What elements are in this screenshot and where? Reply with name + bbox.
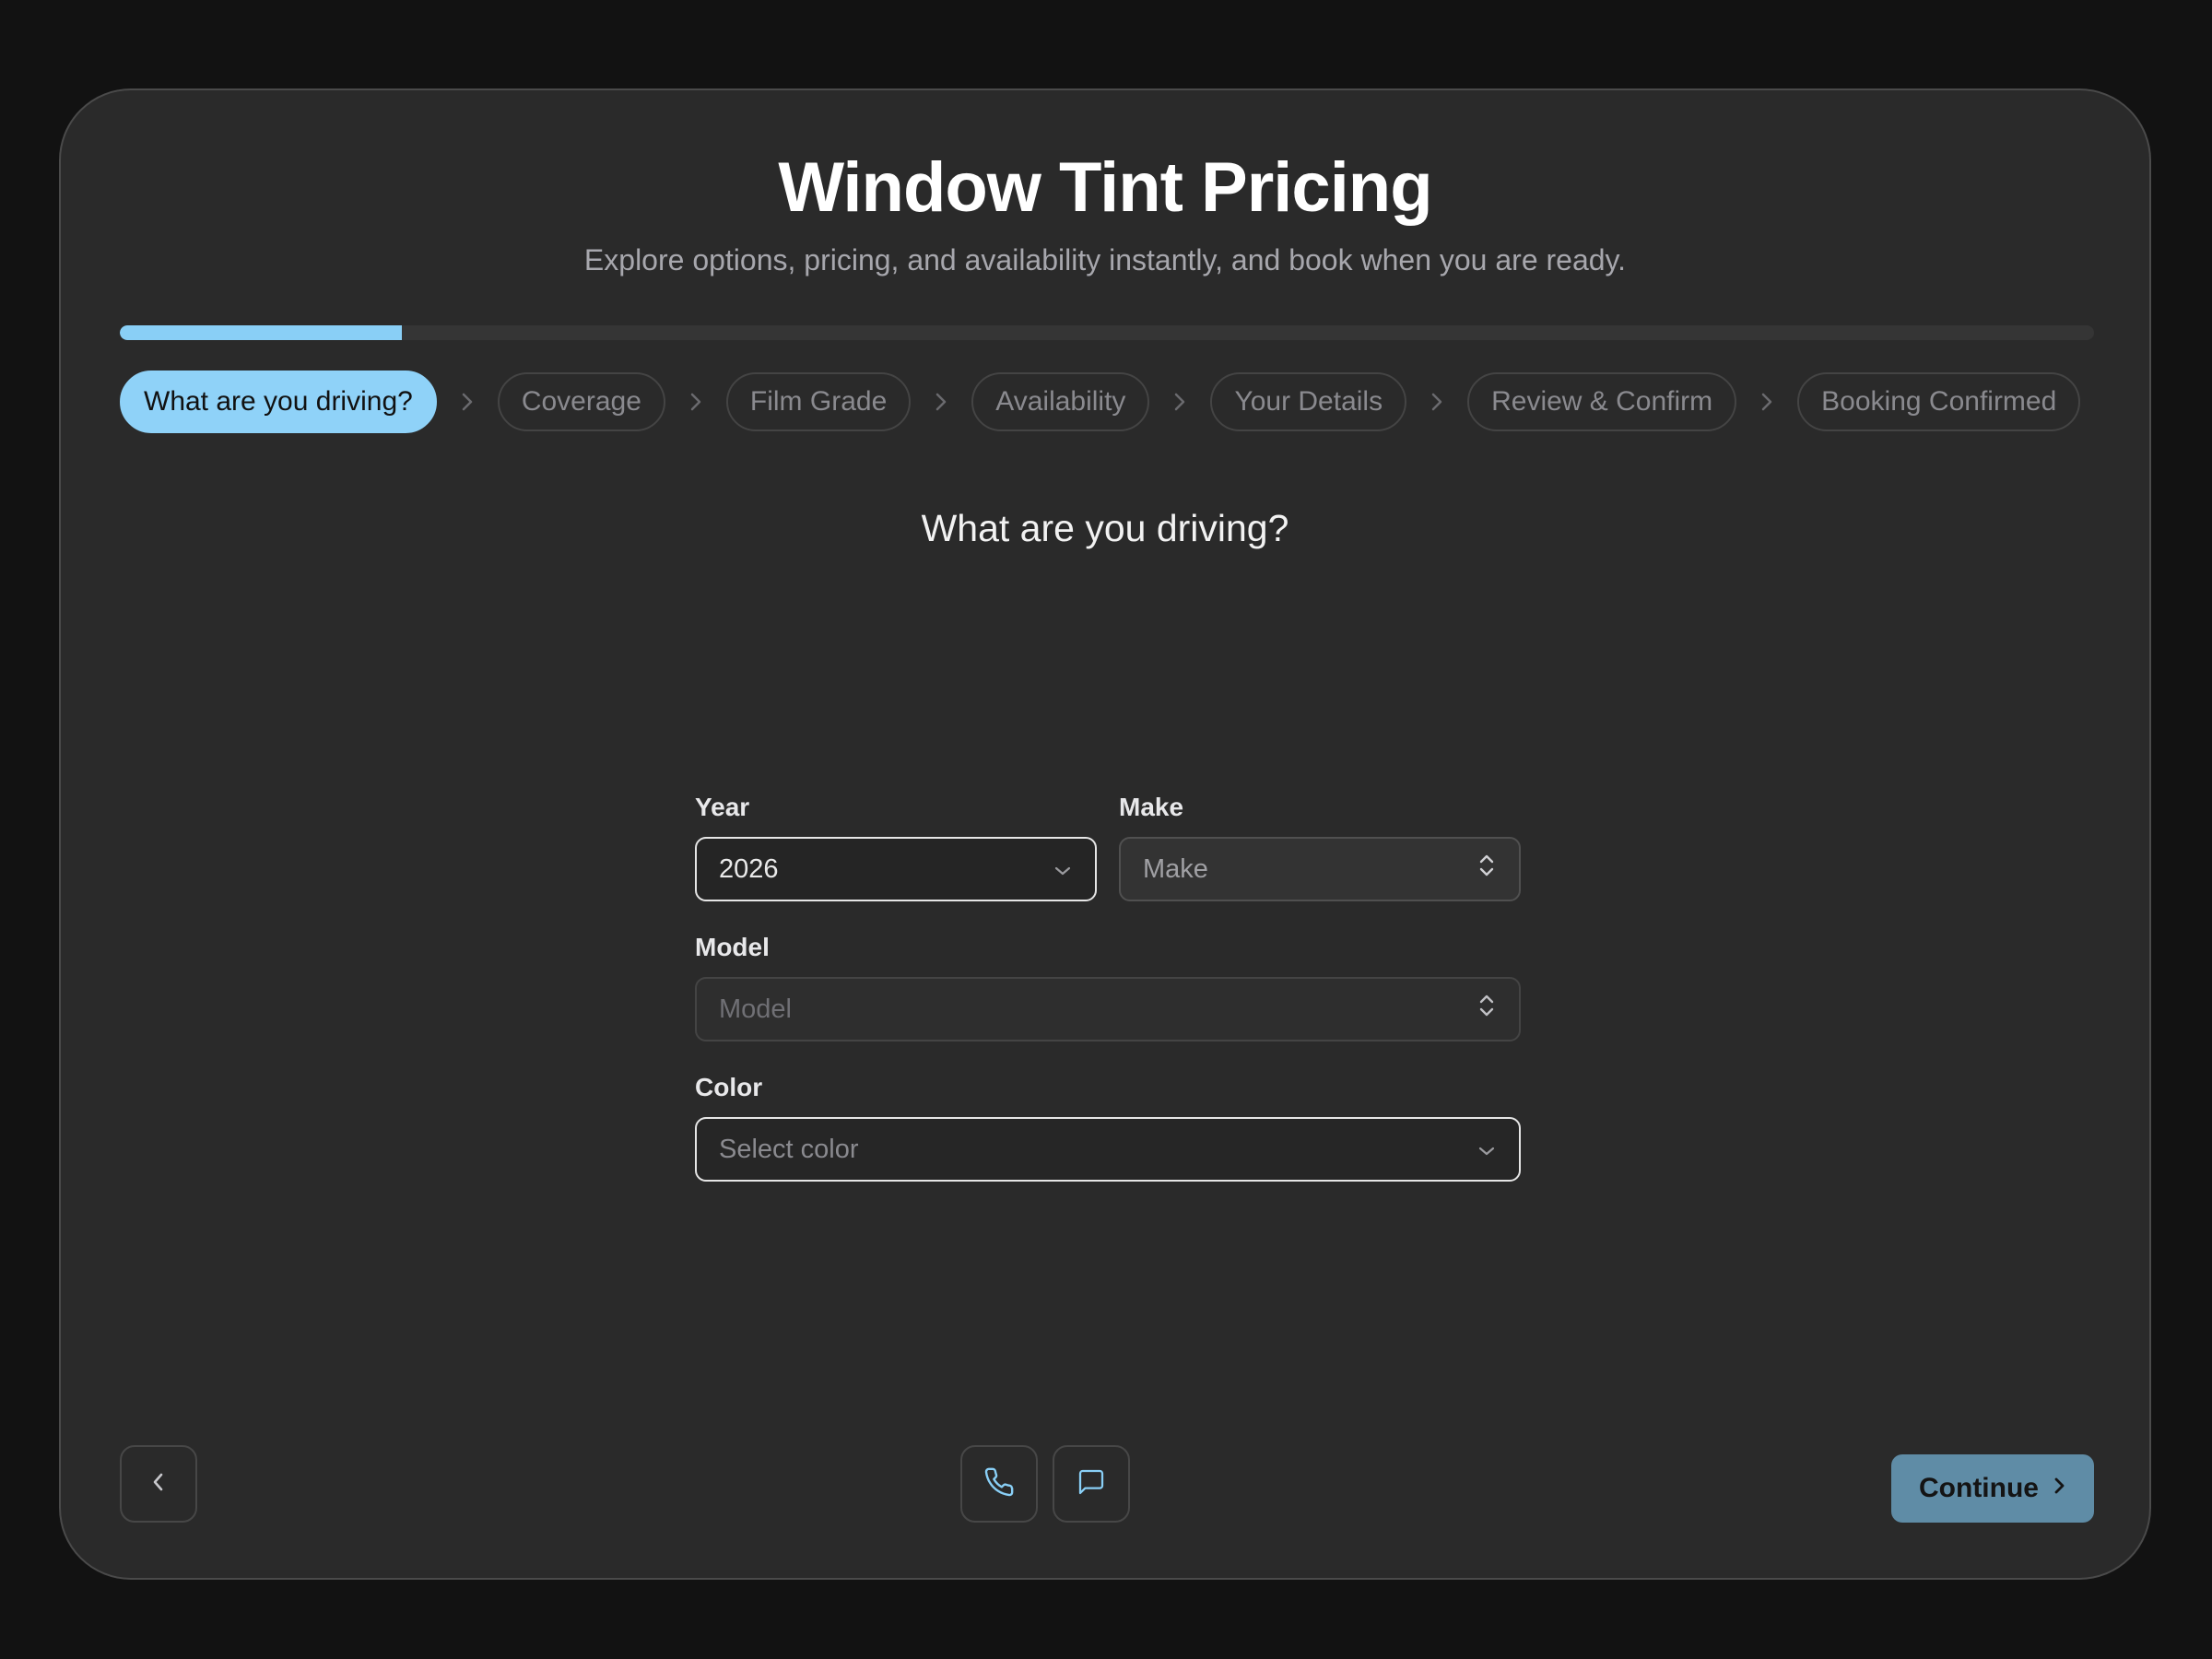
phone-icon — [983, 1466, 1015, 1502]
chevron-right-icon — [437, 392, 498, 412]
step-film-grade[interactable]: Film Grade — [725, 372, 912, 431]
continue-label: Continue — [1919, 1473, 2039, 1503]
chevron-left-icon — [149, 1470, 168, 1499]
step-your-details[interactable]: Your Details — [1210, 372, 1407, 431]
chevron-right-icon — [665, 392, 726, 412]
step-availability[interactable]: Availability — [971, 372, 1150, 431]
make-label: Make — [1119, 793, 1184, 821]
make-placeholder: Make — [1143, 853, 1208, 884]
step-coverage[interactable]: Coverage — [497, 372, 665, 431]
progress-fill — [120, 325, 403, 340]
step-question: What are you driving? — [921, 507, 1289, 549]
chevron-right-icon — [1149, 392, 1210, 412]
chevron-right-icon — [911, 392, 971, 412]
model-placeholder: Model — [719, 994, 792, 1024]
progress-bar — [120, 325, 2094, 340]
make-select[interactable]: Make — [1119, 837, 1521, 901]
model-label: Model — [695, 933, 770, 961]
step-what-are-you-driving[interactable]: What are you driving? — [120, 371, 437, 433]
page-title: Window Tint Pricing — [778, 148, 1432, 227]
color-label: Color — [695, 1073, 763, 1101]
year-select[interactable]: 2026 — [695, 837, 1097, 901]
step-review-confirm[interactable]: Review & Confirm — [1467, 372, 1737, 431]
color-select[interactable]: Select color — [695, 1117, 1521, 1182]
page-subtitle: Explore options, pricing, and availabili… — [583, 243, 1627, 276]
color-placeholder: Select color — [719, 1134, 859, 1164]
chevron-up-down-icon — [1477, 992, 1497, 1027]
chevron-down-icon — [1477, 1135, 1497, 1165]
chevron-right-icon — [1736, 392, 1797, 412]
pricing-card: Window Tint Pricing Explore options, pri… — [59, 88, 2151, 1580]
back-button[interactable] — [120, 1445, 197, 1523]
model-select[interactable]: Model — [695, 977, 1521, 1041]
chevron-down-icon — [1053, 854, 1073, 885]
continue-button[interactable]: Continue — [1891, 1454, 2094, 1523]
chevron-right-icon — [2052, 1473, 2066, 1504]
chevron-up-down-icon — [1477, 852, 1497, 887]
step-tabs: What are you driving? Coverage Film Grad… — [120, 371, 2081, 433]
year-label: Year — [695, 793, 750, 821]
chevron-right-icon — [1406, 392, 1467, 412]
call-button[interactable] — [960, 1445, 1038, 1523]
chat-icon — [1077, 1467, 1106, 1501]
year-value: 2026 — [719, 853, 779, 884]
step-booking-confirmed[interactable]: Booking Confirmed — [1797, 372, 2081, 431]
chat-button[interactable] — [1053, 1445, 1130, 1523]
